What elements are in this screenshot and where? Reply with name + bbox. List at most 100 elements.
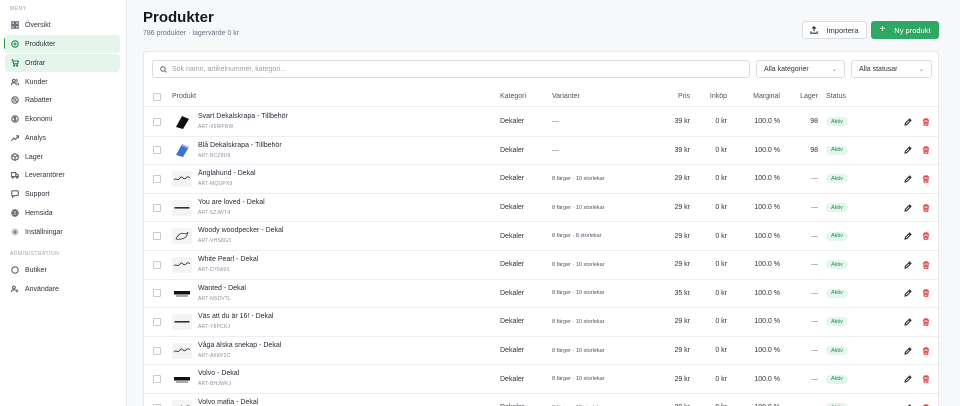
col-cost[interactable]: Inköp: [692, 87, 727, 106]
sidebar-item-label: Analys: [25, 134, 47, 142]
edit-icon[interactable]: [904, 318, 912, 326]
product-variants: 8 färger · 10 storlekar: [552, 318, 605, 325]
table-row[interactable]: Woody woodpecker - Dekal ART-VHS8G3 Dekale…: [144, 222, 938, 251]
sidebar-item-analys[interactable]: Analys: [5, 129, 120, 147]
sidebar-item-leverantorer[interactable]: Leverantörer: [5, 166, 120, 184]
status-badge: Aktiv: [826, 260, 848, 270]
sidebar-section-admin: ADMINISTRATION: [10, 251, 60, 257]
col-variants[interactable]: Varianter: [552, 87, 580, 106]
edit-icon[interactable]: [904, 261, 912, 269]
new-product-button[interactable]: + Ny produkt: [871, 21, 939, 39]
table-row[interactable]: Väs att du är 16! - Dekal ART-Y8PCKJ Dekal…: [144, 308, 938, 337]
row-checkbox[interactable]: [153, 146, 161, 155]
product-name[interactable]: Volvo mafia - Dekal: [198, 399, 258, 406]
delete-icon[interactable]: [922, 146, 930, 155]
product-name[interactable]: Blå Dekalskrapa - Tillbehör: [198, 142, 282, 149]
product-name[interactable]: Väs att du är 16! - Dekal: [198, 313, 273, 320]
sidebar-item-label: Ekonomi: [25, 115, 53, 123]
product-name[interactable]: Änglahund - Dekal: [198, 170, 256, 177]
product-stock: —: [811, 204, 818, 212]
import-button[interactable]: Importera: [802, 21, 867, 39]
product-price: 29 kr: [674, 347, 690, 355]
table-row[interactable]: Blå Dekalskrapa - Tillbehör ART-BCZ8U9 Dek…: [144, 137, 938, 166]
sidebar-item-produkter[interactable]: Produkter: [5, 35, 120, 53]
col-price[interactable]: Pris: [634, 87, 690, 106]
sidebar-item-oversikt[interactable]: Översikt: [5, 16, 120, 34]
sidebar-item-ordrar[interactable]: Ordrar: [5, 54, 120, 72]
product-category: Dekaler: [500, 175, 525, 183]
delete-icon[interactable]: [922, 261, 930, 269]
product-stock: —: [784, 394, 818, 406]
sidebar-item-installningar[interactable]: Inställningar: [5, 223, 120, 241]
row-checkbox[interactable]: [153, 289, 161, 298]
delete-icon[interactable]: [922, 232, 930, 240]
delete-icon[interactable]: [922, 118, 930, 126]
col-status[interactable]: Status: [826, 87, 846, 106]
sidebar: MENY Översikt Produkter Ordrar Kunder Ra…: [0, 0, 127, 406]
row-checkbox[interactable]: [153, 203, 161, 212]
product-name[interactable]: Volvo - Dekal: [198, 370, 239, 377]
edit-icon[interactable]: [904, 375, 912, 383]
sidebar-item-kunder[interactable]: Kunder: [5, 73, 120, 91]
delete-icon[interactable]: [922, 318, 930, 326]
table-row[interactable]: Volvo - Dekal ART-BHJWKJ Dekaler 8 färger ·…: [144, 365, 938, 394]
product-name[interactable]: Wanted - Dekal: [198, 285, 246, 292]
product-category: Dekaler: [500, 118, 525, 126]
sidebar-item-anvandare[interactable]: Användare: [5, 280, 120, 298]
status-select[interactable]: Alla statusar ⌄: [851, 60, 932, 78]
sidebar-item-butiker[interactable]: Butiker: [5, 261, 120, 279]
table-row[interactable]: Wanted - Dekal ART-NSDVTL Dekaler 8 färger …: [144, 280, 938, 309]
table-row[interactable]: You are loved - Dekal ART-5ZJWT4 Dekaler 8 …: [144, 194, 938, 223]
cart-icon: [10, 59, 19, 68]
product-name[interactable]: Woody woodpecker - Dekal: [198, 227, 283, 234]
product-variants: 8 färger · 10 storlekar: [552, 347, 605, 354]
sidebar-item-support[interactable]: Support: [5, 185, 120, 203]
product-category: Dekaler: [500, 347, 525, 355]
row-checkbox[interactable]: [153, 346, 161, 355]
row-checkbox[interactable]: [153, 317, 161, 326]
sidebar-item-lager[interactable]: Lager: [5, 148, 120, 166]
delete-icon[interactable]: [922, 346, 930, 355]
delete-icon[interactable]: [922, 175, 930, 183]
row-checkbox[interactable]: [153, 117, 161, 126]
product-name[interactable]: You are loved - Dekal: [198, 199, 265, 206]
product-name[interactable]: Svart Dekalskrapa - Tillbehör: [198, 113, 288, 120]
col-product[interactable]: Produkt: [172, 87, 196, 106]
select-all-checkbox[interactable]: [153, 92, 161, 101]
table-row[interactable]: White Pearl - Dekal ART-D75A9X Dekaler 8 fä…: [144, 251, 938, 280]
table-row[interactable]: Våga älska snekap - Dekal ART-A6KP2C Dekal…: [144, 337, 938, 366]
col-category[interactable]: Kategori: [500, 87, 526, 106]
money-icon: [10, 115, 19, 124]
row-checkbox[interactable]: [153, 260, 161, 269]
product-name[interactable]: Våga älska snekap - Dekal: [198, 342, 281, 349]
delete-icon[interactable]: [922, 289, 930, 298]
sidebar-item-hemsida[interactable]: Hemsida: [5, 204, 120, 222]
row-checkbox[interactable]: [153, 174, 161, 183]
edit-icon[interactable]: [904, 146, 912, 155]
col-margin[interactable]: Marginal: [729, 87, 780, 106]
product-margin: 100.0 %: [754, 375, 780, 383]
edit-icon[interactable]: [904, 118, 912, 126]
product-thumbnail: [172, 399, 192, 406]
edit-icon[interactable]: [904, 346, 912, 355]
product-variants: 8 färger · 10 storlekar: [552, 175, 605, 182]
edit-icon[interactable]: [904, 232, 912, 240]
category-select[interactable]: Alla kategorier ⌄: [756, 60, 845, 78]
col-stock[interactable]: Lager: [784, 87, 818, 106]
chevron-down-icon: ⌄: [831, 66, 837, 73]
sidebar-item-rabatter[interactable]: Rabatter: [5, 91, 120, 109]
table-row[interactable]: Svart Dekalskrapa - Tillbehör ART-X6WFRW D…: [144, 108, 938, 137]
edit-icon[interactable]: [904, 289, 912, 298]
product-name[interactable]: White Pearl - Dekal: [198, 256, 258, 263]
table-row[interactable]: Volvo mafia - Dekal Dekaler 8 färger · 10 …: [144, 394, 938, 406]
row-checkbox[interactable]: [153, 375, 161, 384]
edit-icon[interactable]: [904, 175, 912, 183]
edit-icon[interactable]: [904, 203, 912, 212]
delete-icon[interactable]: [922, 375, 930, 383]
search-input[interactable]: Sök namn, artikelnummer, kategori...: [152, 60, 750, 78]
delete-icon[interactable]: [922, 203, 930, 212]
product-cost: 0 kr: [715, 289, 727, 297]
table-row[interactable]: Änglahund - Dekal ART-MQUPX9 Dekaler 8 färg…: [144, 165, 938, 194]
sidebar-item-ekonomi[interactable]: Ekonomi: [5, 110, 120, 128]
row-checkbox[interactable]: [153, 232, 161, 241]
